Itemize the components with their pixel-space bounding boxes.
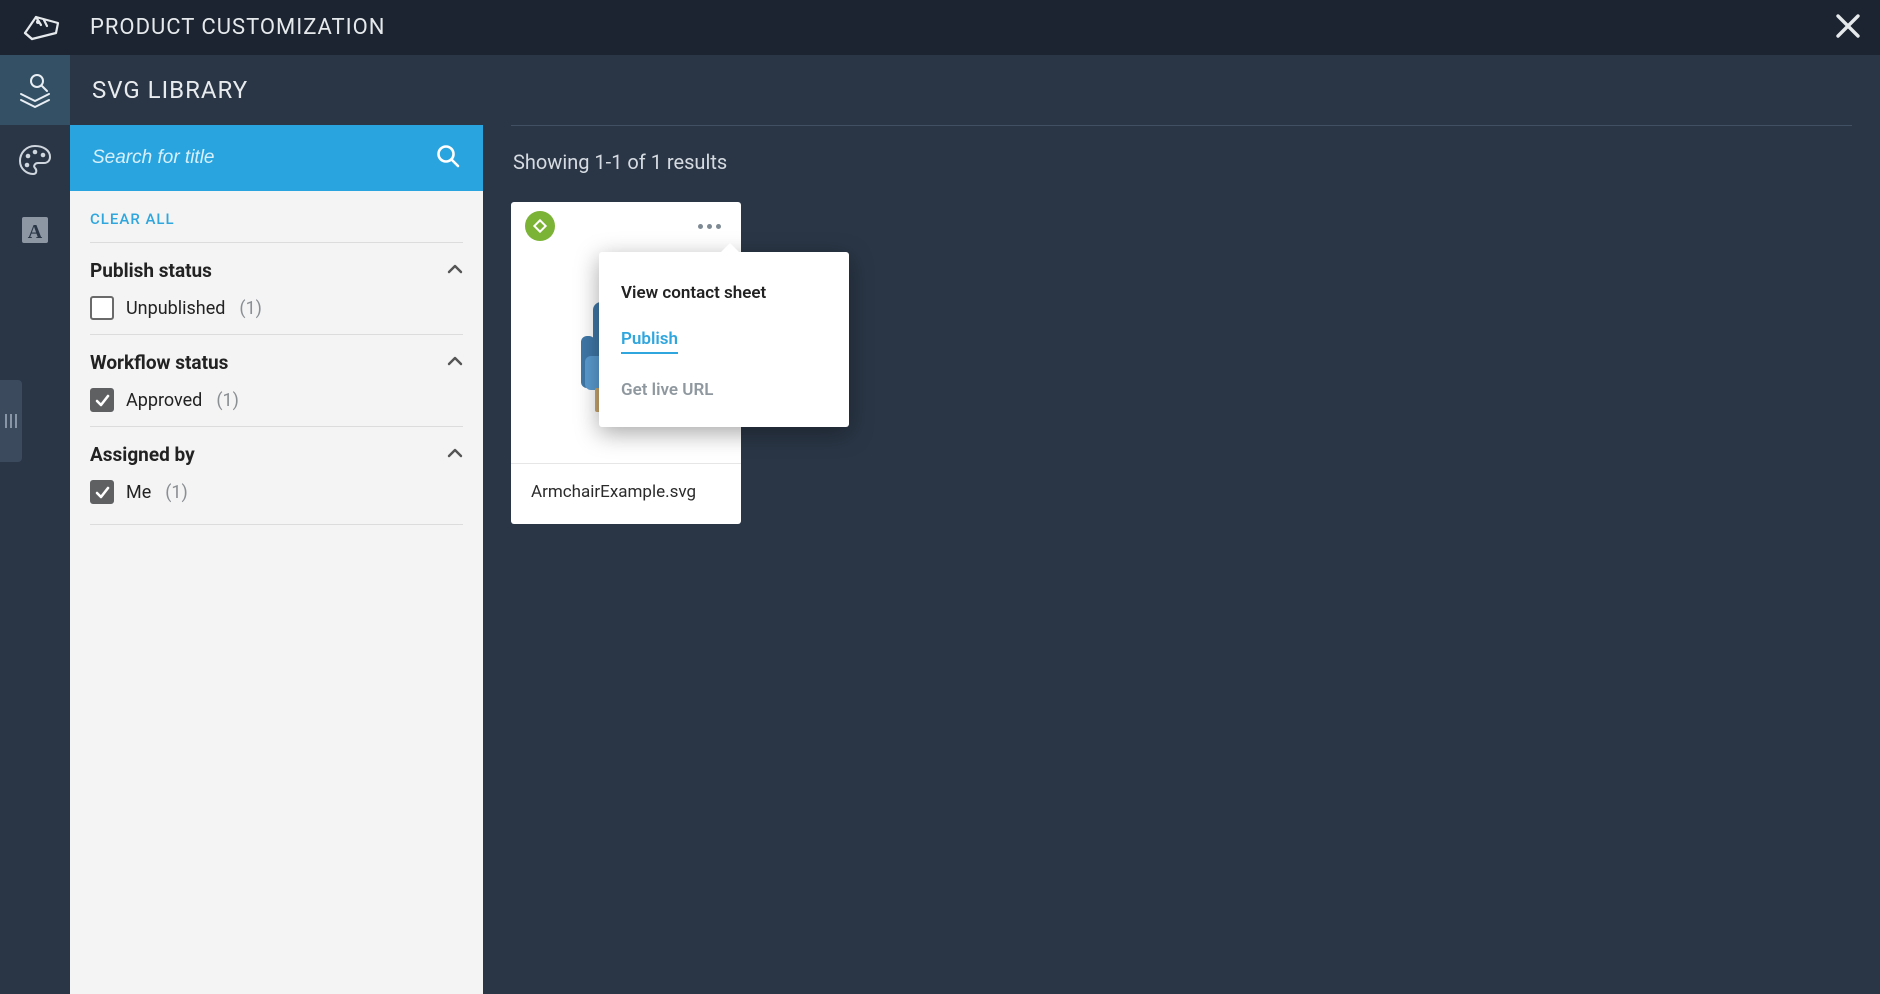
filter-option-approved[interactable]: Approved (1): [90, 388, 463, 412]
filter-header-publish-status[interactable]: Publish status: [90, 259, 463, 282]
filter-title: Publish status: [90, 259, 212, 282]
search-bar: [70, 125, 483, 191]
filter-section-assigned-by: Assigned by Me (1): [90, 426, 463, 525]
app-title: PRODUCT CUSTOMIZATION: [90, 15, 385, 40]
status-badge-icon: [525, 211, 555, 241]
chevron-up-icon: [447, 261, 463, 281]
menu-item-publish[interactable]: Publish: [599, 316, 849, 367]
clear-all-button[interactable]: CLEAR ALL: [90, 210, 175, 228]
checkbox[interactable]: [90, 480, 114, 504]
chevron-up-icon: [447, 353, 463, 373]
card-context-menu: View contact sheet Publish Get live URL: [599, 252, 849, 427]
drag-handle-icon: [5, 414, 17, 428]
filter-option-unpublished[interactable]: Unpublished (1): [90, 296, 463, 320]
search-icon[interactable]: [435, 143, 461, 173]
library-title: SVG LIBRARY: [92, 76, 248, 104]
close-button[interactable]: [1834, 12, 1862, 44]
filter-option-label: Unpublished: [126, 298, 225, 319]
filter-section-workflow-status: Workflow status Approved (1): [90, 334, 463, 426]
card-filename: ArmchairExample.svg: [511, 464, 741, 524]
filter-option-me[interactable]: Me (1): [90, 480, 463, 504]
checkbox[interactable]: [90, 388, 114, 412]
filter-option-label: Me: [126, 482, 151, 503]
checkbox[interactable]: [90, 296, 114, 320]
close-icon: [1834, 12, 1862, 40]
filter-header-workflow-status[interactable]: Workflow status: [90, 351, 463, 374]
svg-card[interactable]: ArmchairExample.svg View contact sheet P…: [511, 202, 741, 524]
filter-header-assigned-by[interactable]: Assigned by: [90, 443, 463, 466]
search-input[interactable]: [92, 147, 425, 169]
app-logo-icon: [22, 8, 62, 48]
filter-option-count: (1): [239, 298, 262, 319]
filter-section-publish-status: Publish status Unpublished (1): [90, 242, 463, 334]
filter-title: Workflow status: [90, 351, 228, 374]
results-summary: Showing 1-1 of 1 results: [513, 150, 1852, 174]
nav-palette-button[interactable]: [0, 125, 70, 195]
nav-library-button[interactable]: [0, 55, 70, 125]
panel-collapse-handle[interactable]: [0, 380, 22, 462]
content-area: Showing 1-1 of 1 results ArmchairExamp: [483, 55, 1880, 994]
font-icon: A: [17, 212, 53, 248]
menu-item-label: Publish: [621, 329, 678, 354]
filter-option-count: (1): [165, 482, 188, 503]
nav-fonts-button[interactable]: A: [0, 195, 70, 265]
card-menu-button[interactable]: [692, 218, 727, 235]
left-nav: A: [0, 55, 70, 994]
content-divider: [511, 125, 1852, 126]
menu-item-view-contact-sheet[interactable]: View contact sheet: [599, 270, 849, 316]
filters-container: CLEAR ALL Publish status Unpublished (1)…: [70, 191, 483, 994]
svg-text:A: A: [28, 221, 43, 243]
filter-option-label: Approved: [126, 390, 202, 411]
filter-title: Assigned by: [90, 443, 195, 466]
library-search-icon: [15, 70, 55, 110]
filter-option-count: (1): [216, 390, 239, 411]
filter-panel: SVG LIBRARY CLEAR ALL Publish status Unp…: [70, 55, 483, 994]
library-header: SVG LIBRARY: [70, 55, 483, 125]
chevron-up-icon: [447, 445, 463, 465]
top-bar: PRODUCT CUSTOMIZATION: [0, 0, 1880, 55]
menu-item-get-live-url: Get live URL: [599, 367, 849, 413]
palette-icon: [17, 142, 53, 178]
